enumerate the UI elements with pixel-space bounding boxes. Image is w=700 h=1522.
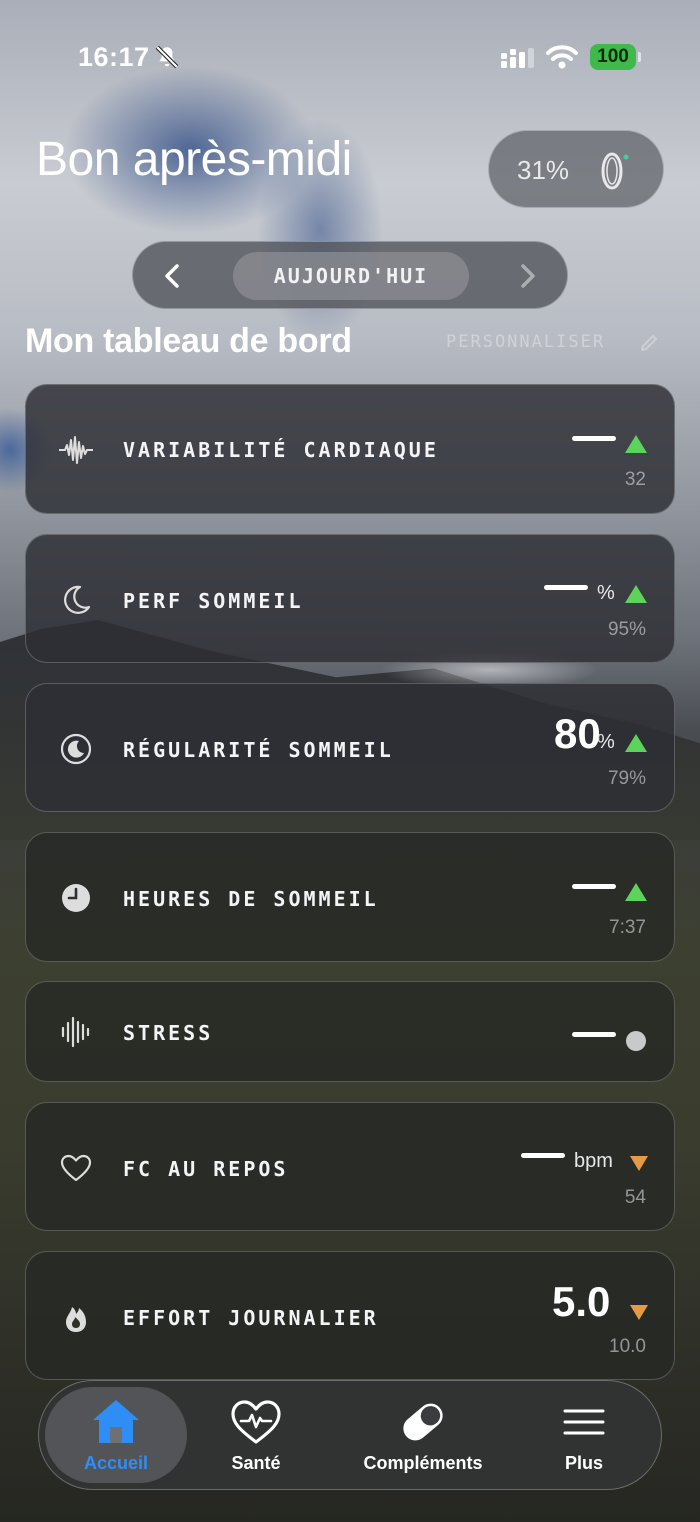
metric-card-daily-strain[interactable]: EFFORT JOURNALIER 5.0 10.0 xyxy=(25,1251,675,1380)
waveform-icon xyxy=(59,436,93,464)
dashboard-title: Mon tableau de bord xyxy=(25,322,352,360)
home-icon xyxy=(93,1400,139,1443)
smart-ring-icon xyxy=(601,152,629,190)
moon-circle-icon xyxy=(60,733,92,765)
heart-pulse-icon xyxy=(231,1400,281,1444)
metric-card-stress[interactable]: STRESS xyxy=(25,981,675,1082)
metric-label: PERF SOMMEIL xyxy=(123,589,304,613)
clock-icon xyxy=(62,884,90,912)
flame-icon xyxy=(66,1307,86,1332)
tab-health[interactable]: Santé xyxy=(191,1387,321,1483)
tab-label: Compléments xyxy=(363,1453,483,1473)
audio-bars-icon xyxy=(61,1016,90,1048)
metric-previous: 10.0 xyxy=(609,1336,646,1357)
metric-card-sleep-regularity[interactable]: RÉGULARITÉ SOMMEIL 80 % 79% xyxy=(25,683,675,812)
metric-empty-value xyxy=(572,436,616,441)
metric-card-sleep-hours[interactable]: HEURES DE SOMMEIL 7:37 xyxy=(25,832,675,962)
date-label[interactable]: AUJOURD'HUI xyxy=(233,252,469,300)
trend-up-icon xyxy=(625,883,647,901)
trend-up-icon xyxy=(625,435,647,453)
menu-icon xyxy=(563,1409,605,1435)
metric-card-resting-hr[interactable]: FC AU REPOS bpm 54 xyxy=(25,1102,675,1231)
chevron-left-icon[interactable] xyxy=(155,258,191,294)
trend-down-icon xyxy=(630,1305,648,1320)
trend-up-icon xyxy=(625,585,647,603)
greeting-title: Bon après-midi xyxy=(36,133,352,186)
metric-previous: 95% xyxy=(607,619,646,640)
wifi-icon xyxy=(546,45,578,69)
metric-card-hrv[interactable]: VARIABILITÉ CARDIAQUE 32 xyxy=(25,384,675,514)
metric-previous: 7:37 xyxy=(609,917,646,938)
bottom-tab-bar: Accueil Santé Compléments Plus xyxy=(38,1380,662,1490)
metric-empty-value xyxy=(544,585,588,590)
status-time: 16:17 xyxy=(78,42,150,72)
customize-button[interactable]: PERSONNALISER xyxy=(446,332,605,352)
date-selector: AUJOURD'HUI xyxy=(132,241,568,309)
trend-up-icon xyxy=(625,734,647,752)
metric-value: 80 xyxy=(554,710,601,757)
metric-card-sleep-performance[interactable]: PERF SOMMEIL % 95% xyxy=(25,534,675,663)
pencil-icon[interactable] xyxy=(638,332,660,354)
tab-label: Accueil xyxy=(83,1453,149,1473)
heart-icon xyxy=(60,1154,92,1182)
metric-unit: bpm xyxy=(574,1150,613,1172)
metric-previous: 32 xyxy=(624,469,646,490)
tab-more[interactable]: Plus xyxy=(529,1387,639,1483)
signal-icon xyxy=(501,48,534,68)
chevron-right-icon[interactable] xyxy=(509,258,545,294)
metric-previous: 79% xyxy=(607,768,646,789)
tab-home[interactable]: Accueil xyxy=(45,1387,187,1483)
metric-label: EFFORT JOURNALIER xyxy=(123,1306,379,1330)
metric-unit: % xyxy=(597,582,615,604)
metric-label: FC AU REPOS xyxy=(123,1157,289,1181)
status-bar: 16:17 100 xyxy=(0,0,700,110)
metric-previous: 54 xyxy=(624,1187,646,1208)
pill-icon xyxy=(403,1403,443,1441)
metric-label: STRESS xyxy=(123,1021,214,1045)
bell-off-icon xyxy=(155,45,179,69)
tab-supplements[interactable]: Compléments xyxy=(343,1387,503,1483)
metric-unit: % xyxy=(597,731,615,753)
ring-battery-button[interactable]: 31% xyxy=(488,130,664,208)
tab-label: Plus xyxy=(564,1453,603,1473)
ring-battery-percent: 31% xyxy=(517,155,570,185)
battery-indicator: 100 xyxy=(590,44,641,70)
metric-label: VARIABILITÉ CARDIAQUE xyxy=(123,438,439,462)
trend-neutral-dot xyxy=(626,1031,646,1051)
metric-empty-value xyxy=(572,884,616,889)
metric-empty-value xyxy=(521,1153,565,1158)
moon-icon xyxy=(64,585,91,614)
metric-label: HEURES DE SOMMEIL xyxy=(123,887,379,911)
metric-value: 5.0 xyxy=(552,1278,611,1325)
metric-empty-value xyxy=(572,1032,616,1037)
metric-label: RÉGULARITÉ SOMMEIL xyxy=(123,738,394,762)
trend-down-icon xyxy=(630,1156,648,1171)
tab-label: Santé xyxy=(231,1453,281,1473)
